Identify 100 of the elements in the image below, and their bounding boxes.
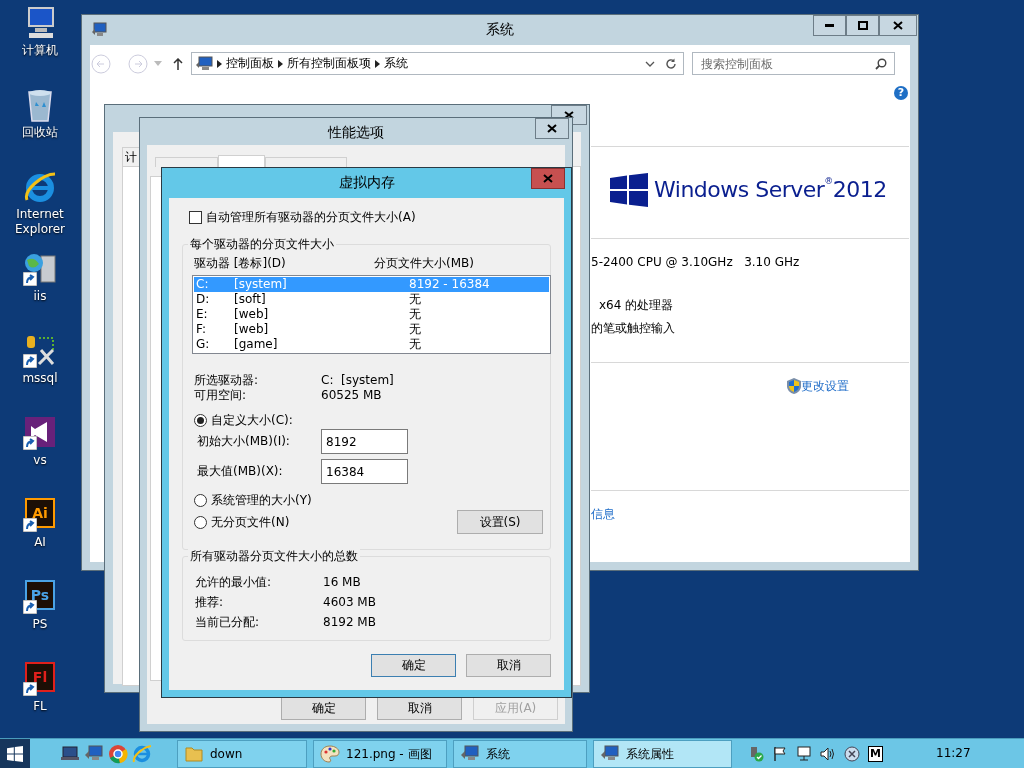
radio-label[interactable]: 无分页文件(N) — [211, 514, 290, 530]
usb-check-icon[interactable] — [748, 745, 764, 762]
window-icon — [91, 22, 107, 38]
icon-label[interactable]: iis — [33, 289, 47, 304]
table-cell-text: G: — [196, 337, 211, 352]
chevron-right-icon[interactable] — [278, 59, 283, 68]
speaker-icon[interactable] — [820, 745, 836, 762]
maximize-icon — [857, 21, 868, 30]
minimize-button[interactable] — [813, 15, 846, 36]
maximize-button[interactable] — [846, 15, 879, 36]
address-bar[interactable]: 控制面板 所有控制面板项 系统 — [191, 52, 684, 75]
radio-label[interactable]: 系统管理的大小(Y) — [211, 493, 312, 508]
start-button[interactable] — [0, 739, 30, 768]
breadcrumb-link[interactable]: 所有控制面板项 — [283, 53, 375, 74]
field-value: 4603 MB — [323, 595, 376, 610]
taskbar-button[interactable]: 系统属性 — [593, 740, 732, 768]
input-field[interactable]: 8192 — [321, 429, 408, 454]
change-settings-link[interactable]: 更改设置 — [801, 378, 849, 394]
input-field[interactable]: 16384 — [321, 459, 408, 484]
help-icon[interactable]: ? — [894, 86, 908, 100]
checkbox[interactable] — [189, 210, 202, 224]
close-button[interactable] — [879, 15, 917, 36]
product-logo: Windows Server$^{®}$2012 — [654, 175, 887, 204]
radio-label[interactable]: 自定义大小(C): — [211, 413, 293, 428]
refresh-icon[interactable] — [665, 57, 677, 70]
field-label: 最大值(MB)(X): — [197, 464, 284, 479]
icon-label[interactable]: FL — [33, 699, 47, 714]
table-cell: 无 — [409, 307, 421, 322]
ok-button[interactable]: 确定 — [371, 654, 456, 677]
icon-label[interactable]: Internet Explorer — [8, 207, 72, 237]
table-cell-text: C: — [196, 277, 210, 292]
taskbar-button[interactable]: 系统 — [453, 740, 587, 768]
window-title: 虚拟内存 — [338, 174, 395, 190]
list-row[interactable]: E: [web] 无 — [194, 307, 549, 322]
table-cell-text: [system] — [234, 277, 288, 292]
radio-button[interactable] — [194, 494, 207, 507]
icon-label[interactable]: vs — [33, 453, 47, 468]
radio-button[interactable] — [194, 515, 207, 529]
shortcut-arrow-icon — [23, 682, 37, 696]
close-button[interactable] — [535, 118, 569, 139]
drive-list[interactable]: C: [system] 8192 - 16384 D: [soft] 无 E: [web] 无 F: [web] 无 G: [game] 无 — [192, 275, 551, 354]
table-cell-text: F: — [196, 322, 207, 337]
clock[interactable]: 11:27 — [936, 746, 971, 761]
shortcut-arrow-icon — [23, 436, 37, 450]
taskbar-button[interactable]: 121.png - 画图 — [313, 740, 447, 768]
list-row[interactable]: F: [web] 无 — [194, 322, 549, 337]
list-row[interactable]: D: [soft] 无 — [194, 292, 549, 307]
field-value: 60525 MB — [321, 388, 382, 403]
cancel-button[interactable]: 取消 — [466, 654, 551, 677]
close-circle-icon[interactable] — [844, 745, 860, 762]
tab[interactable]: 计 — [122, 147, 140, 166]
network-icon[interactable] — [796, 745, 812, 762]
icon-label[interactable]: 回收站 — [22, 125, 58, 140]
checkbox-label[interactable]: 自动管理所有驱动器的分页文件大小(A) — [206, 209, 416, 225]
system-type-text: x64 的处理器 — [599, 298, 674, 312]
processor-text: 5-2400 CPU @ 3.10GHz 3.10 GHz — [591, 255, 800, 269]
field-label: 允许的最小值: — [195, 575, 273, 590]
field-label: 所选驱动器: — [194, 373, 260, 388]
taskbar-button[interactable]: down — [177, 740, 307, 768]
server-icon[interactable] — [23, 252, 57, 286]
group-title: 每个驱动器的分页文件大小 — [188, 237, 336, 252]
up-arrow-icon[interactable] — [173, 57, 183, 70]
settings-button[interactable]: 设置(S) — [457, 510, 543, 534]
folder-icon — [184, 744, 204, 764]
flag-icon[interactable] — [772, 745, 788, 762]
field-label: 初始大小(MB)(I): — [197, 434, 291, 449]
chevron-down-icon[interactable] — [645, 60, 655, 67]
close-icon — [564, 111, 574, 119]
icon-label[interactable]: PS — [32, 617, 48, 632]
icon-label[interactable]: AI — [34, 535, 46, 550]
shortcut-arrow-icon — [23, 354, 37, 368]
table-cell: 8192 - 16384 — [409, 277, 490, 292]
window-title: 系统 — [486, 21, 514, 37]
column-header: 分页文件大小(MB) — [374, 256, 474, 271]
windows-logo-icon — [7, 745, 23, 762]
column-header: 驱动器 [卷标](D) — [194, 256, 287, 271]
ok-button[interactable]: 确定 — [281, 697, 366, 720]
breadcrumb-link[interactable]: 控制面板 — [222, 53, 278, 74]
field-value: 8192 MB — [323, 615, 376, 630]
window-title: 性能选项 — [328, 124, 384, 140]
cancel-button[interactable]: 取消 — [377, 697, 462, 720]
close-icon — [547, 124, 557, 133]
browser-icon[interactable] — [23, 170, 57, 204]
table-cell-text: E: — [196, 307, 209, 322]
list-row[interactable]: G: [game] 无 — [194, 337, 549, 352]
tray-app-icon[interactable]: M — [868, 745, 883, 762]
icon-label[interactable]: mssql — [22, 371, 58, 386]
breadcrumb-link[interactable]: 系统 — [380, 53, 412, 74]
table-cell: 无 — [409, 292, 421, 307]
minimize-icon — [825, 24, 834, 27]
table-cell-text: [game] — [234, 337, 279, 352]
browser-icon[interactable] — [108, 743, 128, 764]
icon-label[interactable]: 计算机 — [22, 43, 58, 58]
search-icon — [875, 58, 887, 70]
field-label: 推荐: — [195, 595, 225, 610]
radio-button[interactable] — [194, 414, 207, 427]
chevron-right-icon[interactable] — [375, 59, 380, 68]
search-field[interactable]: 搜索控制面板 — [692, 52, 895, 75]
chevron-right-icon[interactable] — [217, 59, 222, 68]
info-link[interactable]: 信息 — [591, 507, 615, 521]
